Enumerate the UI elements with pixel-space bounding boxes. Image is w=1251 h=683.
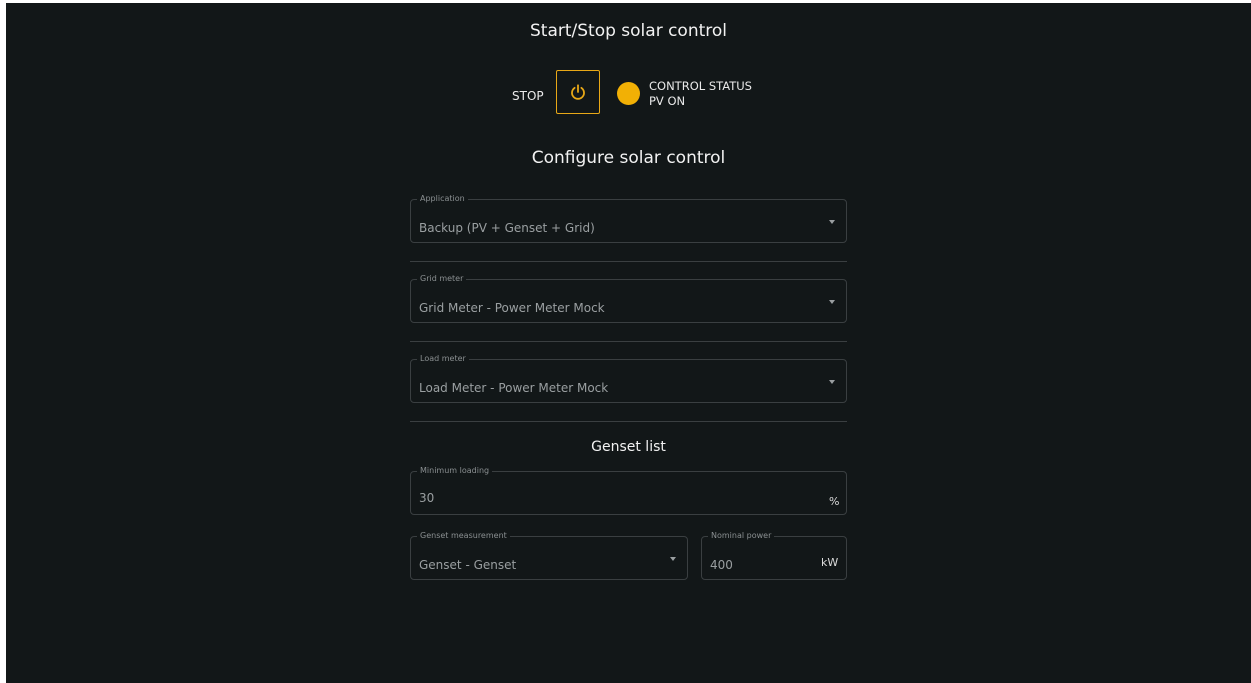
- stop-label: STOP: [512, 89, 544, 103]
- control-status-title: CONTROL STATUS: [649, 79, 752, 93]
- control-status-value: PV ON: [649, 94, 686, 108]
- chevron-down-icon: [829, 380, 835, 384]
- start-stop-title: Start/Stop solar control: [529, 21, 728, 41]
- kw-unit: kW: [821, 556, 839, 569]
- nominal-power-label: Nominal power: [708, 531, 775, 541]
- configure-title: Configure solar control: [531, 148, 726, 168]
- genset-list-title: Genset list: [591, 439, 666, 455]
- power-icon: [571, 84, 585, 100]
- minimum-loading-input[interactable]: Minimum loading 30 %: [410, 466, 847, 515]
- percent-unit: %: [829, 495, 840, 508]
- load-meter-value: Load Meter - Power Meter Mock: [419, 381, 609, 395]
- grid-meter-select[interactable]: Grid meter Grid Meter - Power Meter Mock: [410, 274, 847, 323]
- load-meter-label: Load meter: [417, 354, 469, 364]
- divider: [410, 341, 847, 342]
- divider: [410, 421, 847, 422]
- genset-measurement-label: Genset measurement: [417, 531, 510, 541]
- minimum-loading-value: 30: [419, 491, 435, 505]
- genset-measurement-value: Genset - Genset: [419, 558, 517, 572]
- application-value: Backup (PV + Genset + Grid): [419, 221, 595, 235]
- chevron-down-icon: [829, 300, 835, 304]
- solar-control-panel: Start/Stop solar control STOP CONTROL ST…: [6, 3, 1251, 683]
- load-meter-select[interactable]: Load meter Load Meter - Power Meter Mock: [410, 354, 847, 403]
- chevron-down-icon: [829, 220, 835, 224]
- minimum-loading-label: Minimum loading: [417, 466, 493, 476]
- control-status-indicator: [617, 82, 640, 105]
- application-label: Application: [417, 194, 468, 204]
- grid-meter-label: Grid meter: [417, 274, 467, 284]
- power-button[interactable]: [556, 70, 600, 114]
- grid-meter-value: Grid Meter - Power Meter Mock: [419, 301, 605, 315]
- genset-measurement-select[interactable]: Genset measurement Genset - Genset: [410, 531, 688, 580]
- nominal-power-input[interactable]: Nominal power 400 kW: [701, 531, 847, 580]
- divider: [410, 261, 847, 262]
- chevron-down-icon: [670, 557, 676, 561]
- application-select[interactable]: Application Backup (PV + Genset + Grid): [410, 194, 847, 243]
- nominal-power-value: 400: [710, 558, 733, 572]
